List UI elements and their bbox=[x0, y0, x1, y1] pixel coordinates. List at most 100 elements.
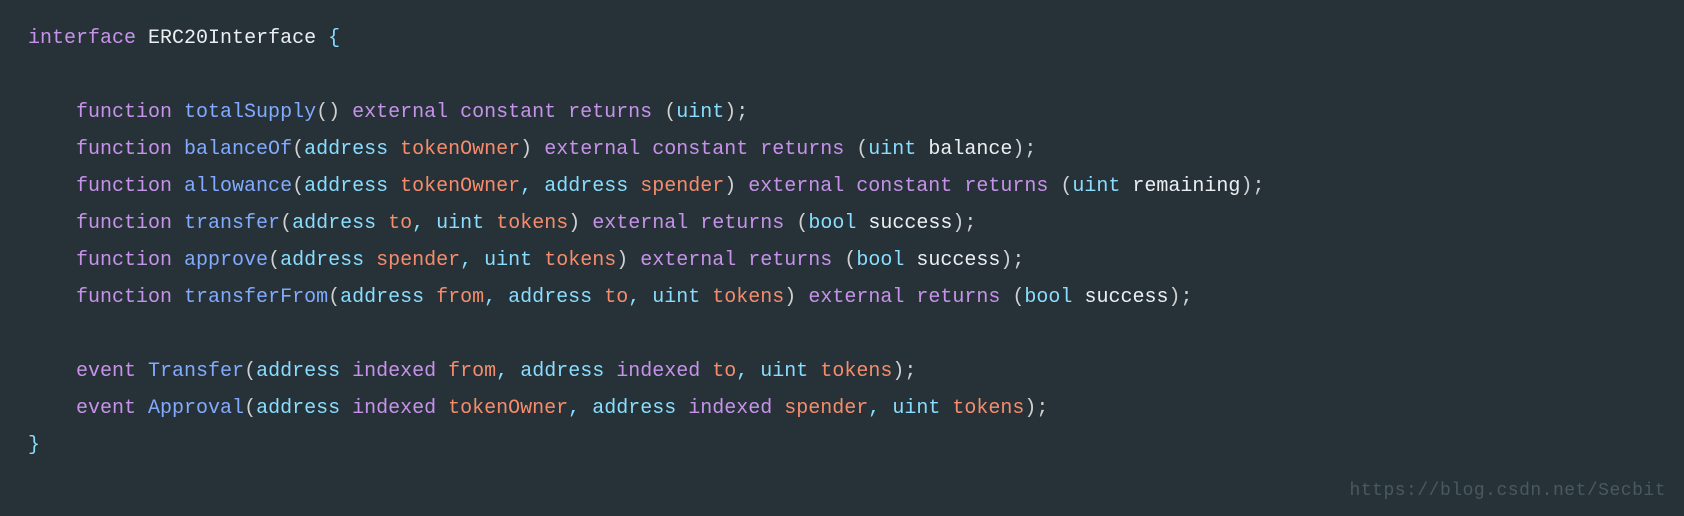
kw-returns: returns bbox=[568, 101, 652, 124]
ret-name: remaining bbox=[1132, 175, 1240, 198]
kw-function: function bbox=[76, 175, 172, 198]
fn-name: balanceOf bbox=[184, 138, 292, 161]
paren-close: ); bbox=[1024, 397, 1048, 420]
comma: , bbox=[484, 286, 496, 309]
paren-close: ) bbox=[616, 249, 628, 272]
fn-name: allowance bbox=[184, 175, 292, 198]
kw-indexed: indexed bbox=[352, 397, 436, 420]
comma: , bbox=[412, 212, 424, 235]
param-type: address bbox=[280, 249, 364, 272]
param-name: tokens bbox=[712, 286, 784, 309]
event-name: Transfer bbox=[148, 360, 244, 383]
kw-external: external bbox=[808, 286, 904, 309]
ret-type: uint bbox=[1072, 175, 1120, 198]
param-name: tokenOwner bbox=[400, 175, 520, 198]
kw-external: external bbox=[640, 249, 736, 272]
param-type: address bbox=[544, 175, 628, 198]
param-name: from bbox=[436, 286, 484, 309]
code-block: interface ERC20Interface { function tota… bbox=[28, 20, 1656, 464]
fn-name: transfer bbox=[184, 212, 280, 235]
ret-type: bool bbox=[808, 212, 856, 235]
param-name: tokens bbox=[544, 249, 616, 272]
param-type: address bbox=[592, 397, 676, 420]
parens: () bbox=[316, 101, 340, 124]
kw-function: function bbox=[76, 212, 172, 235]
paren-close: ); bbox=[1240, 175, 1264, 198]
kw-returns: returns bbox=[700, 212, 784, 235]
kw-indexed: indexed bbox=[688, 397, 772, 420]
kw-function: function bbox=[76, 249, 172, 272]
paren-close: ); bbox=[1168, 286, 1192, 309]
param-type: address bbox=[304, 175, 388, 198]
param-name: spender bbox=[376, 249, 460, 272]
comma: , bbox=[568, 397, 580, 420]
fn-name: approve bbox=[184, 249, 268, 272]
ret-name: success bbox=[868, 212, 952, 235]
param-type: uint bbox=[484, 249, 532, 272]
paren-open: ( bbox=[268, 249, 280, 272]
comma: , bbox=[460, 249, 472, 272]
paren-close: ); bbox=[892, 360, 916, 383]
param-type: uint bbox=[760, 360, 808, 383]
kw-returns: returns bbox=[916, 286, 1000, 309]
interface-name: ERC20Interface bbox=[148, 27, 316, 50]
kw-constant: constant bbox=[460, 101, 556, 124]
param-type: address bbox=[256, 360, 340, 383]
paren-open: ( bbox=[244, 360, 256, 383]
ret-type: uint bbox=[676, 101, 724, 124]
param-name: to bbox=[604, 286, 628, 309]
ret-type: bool bbox=[1024, 286, 1072, 309]
param-name: tokens bbox=[952, 397, 1024, 420]
kw-indexed: indexed bbox=[352, 360, 436, 383]
paren-open: ( bbox=[292, 175, 304, 198]
param-type: address bbox=[292, 212, 376, 235]
comma: , bbox=[628, 286, 640, 309]
kw-function: function bbox=[76, 101, 172, 124]
param-type: address bbox=[304, 138, 388, 161]
param-type: address bbox=[508, 286, 592, 309]
paren-close: ); bbox=[1012, 138, 1036, 161]
param-type: address bbox=[520, 360, 604, 383]
kw-function: function bbox=[76, 138, 172, 161]
comma: , bbox=[496, 360, 508, 383]
paren-open: ( bbox=[856, 138, 868, 161]
kw-constant: constant bbox=[856, 175, 952, 198]
param-name: tokens bbox=[820, 360, 892, 383]
paren-close: ) bbox=[724, 175, 736, 198]
param-name: tokens bbox=[496, 212, 568, 235]
param-name: spender bbox=[784, 397, 868, 420]
kw-function: function bbox=[76, 286, 172, 309]
kw-event: event bbox=[76, 397, 136, 420]
param-type: uint bbox=[652, 286, 700, 309]
param-type: uint bbox=[436, 212, 484, 235]
param-name: tokenOwner bbox=[448, 397, 568, 420]
param-type: uint bbox=[892, 397, 940, 420]
kw-external: external bbox=[748, 175, 844, 198]
brace-close: } bbox=[28, 434, 40, 457]
param-type: address bbox=[256, 397, 340, 420]
brace-open: { bbox=[328, 27, 340, 50]
paren-open: ( bbox=[844, 249, 856, 272]
kw-returns: returns bbox=[964, 175, 1048, 198]
paren-close: ) bbox=[784, 286, 796, 309]
param-name: spender bbox=[640, 175, 724, 198]
paren-open: ( bbox=[796, 212, 808, 235]
ret-type: uint bbox=[868, 138, 916, 161]
event-name: Approval bbox=[148, 397, 244, 420]
kw-interface: interface bbox=[28, 27, 136, 50]
paren-close: ); bbox=[1000, 249, 1024, 272]
fn-name: transferFrom bbox=[184, 286, 328, 309]
param-name: to bbox=[388, 212, 412, 235]
paren-close: ) bbox=[520, 138, 532, 161]
kw-external: external bbox=[592, 212, 688, 235]
comma: , bbox=[520, 175, 532, 198]
ret-name: balance bbox=[928, 138, 1012, 161]
ret-name: success bbox=[1084, 286, 1168, 309]
paren-open: ( bbox=[664, 101, 676, 124]
paren-open: ( bbox=[1012, 286, 1024, 309]
comma: , bbox=[736, 360, 748, 383]
kw-event: event bbox=[76, 360, 136, 383]
paren-close: ); bbox=[724, 101, 748, 124]
param-name: from bbox=[448, 360, 496, 383]
ret-name: success bbox=[916, 249, 1000, 272]
